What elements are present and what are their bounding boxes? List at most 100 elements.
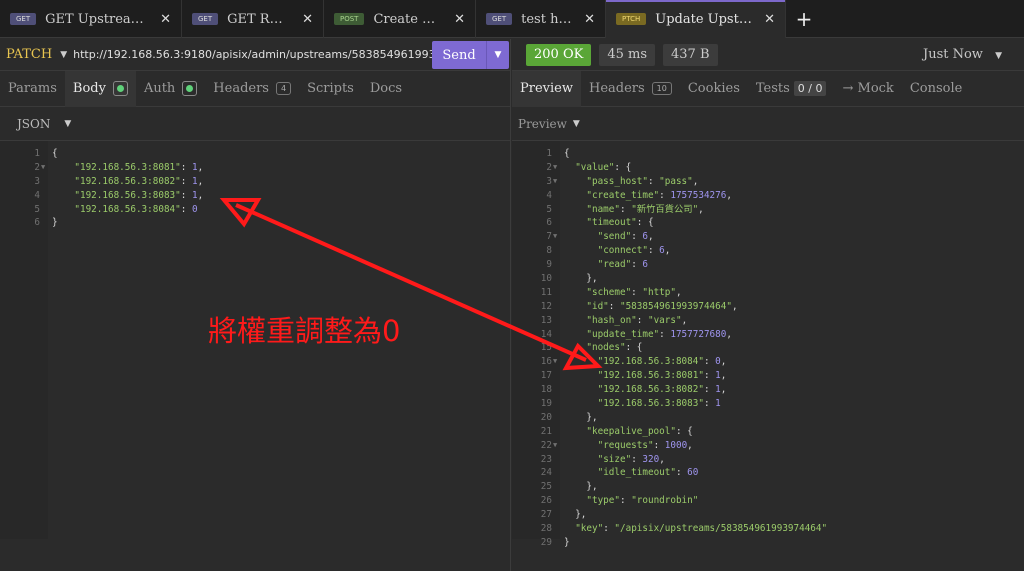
code-line: 22 ▼ "requests": 1000,	[512, 439, 1024, 453]
body-format-select[interactable]: JSON	[17, 117, 50, 131]
preview-chevron-down-icon[interactable]: ▼	[573, 119, 580, 129]
fold-chevron-icon[interactable]: ▼	[40, 161, 48, 175]
tab-method-badge: GET	[486, 13, 513, 25]
tab-auth[interactable]: Auth	[136, 71, 205, 107]
request-tab-bar: GETGET Upstream b⋯✕GETGET Routes✕POSTCre…	[0, 0, 1024, 38]
json-punct: : {	[625, 342, 643, 354]
line-number: 16	[540, 356, 552, 368]
tab-tests[interactable]: Tests 0 / 0	[748, 71, 835, 107]
http-method-select[interactable]: PATCH	[0, 47, 52, 62]
json-string: "192.168.56.3:8082"	[52, 175, 181, 187]
json-punct: ,	[197, 175, 204, 187]
fold-chevron-icon[interactable]: ▼	[552, 355, 560, 369]
json-punct: :	[703, 356, 716, 368]
json-punct	[564, 162, 575, 173]
tab-response-headers[interactable]: Headers 10	[581, 71, 680, 107]
code-text: "connect": 6,	[560, 244, 671, 258]
tab-method-badge: GET	[192, 13, 219, 25]
close-icon[interactable]: ✕	[442, 12, 465, 27]
code-line: 4 "192.168.56.3:8083": 1,	[0, 189, 510, 203]
send-options-chevron-down-icon[interactable]: ▼	[487, 50, 509, 60]
line-number: 17	[540, 370, 552, 382]
json-punct: ,	[698, 203, 704, 215]
response-history-select[interactable]: Just Now ▼	[923, 47, 1008, 62]
tab-method-badge: GET	[10, 13, 37, 25]
json-number: 320	[642, 453, 660, 465]
json-punct	[564, 315, 586, 326]
preview-mode-select[interactable]: Preview	[518, 117, 567, 131]
fold-chevron-icon[interactable]: ▼	[552, 230, 560, 244]
json-punct: }	[52, 217, 58, 229]
new-tab-plus-icon[interactable]: +	[786, 0, 822, 38]
code-line: 26 "type": "roundrobin"	[512, 494, 1024, 508]
tab-docs[interactable]: Docs	[362, 71, 410, 107]
json-number: 1757727680	[670, 328, 727, 340]
request-tab[interactable]: GET GET Upstream b⋯✕	[0, 0, 182, 38]
json-string: "id"	[586, 300, 609, 312]
tab-headers-label: Headers	[213, 81, 269, 96]
tab-body[interactable]: Body	[64, 70, 136, 107]
json-punct: {	[564, 148, 570, 159]
code-text: "scheme": "http",	[560, 286, 681, 300]
json-punct: :	[619, 203, 632, 215]
tab-preview[interactable]: Preview	[512, 70, 581, 107]
json-punct: :	[647, 245, 660, 257]
tab-mock[interactable]: → Mock	[834, 71, 901, 107]
json-string: "192.168.56.3:8081"	[52, 161, 181, 173]
request-tab[interactable]: PTCH Update Upsteam ⋯✕	[606, 0, 786, 38]
code-line: 21 "keepalive_pool": {	[512, 425, 1024, 439]
headers-count-badge: 4	[275, 82, 292, 95]
code-line: 6}	[0, 216, 510, 230]
close-icon[interactable]: ✕	[148, 12, 171, 27]
json-number: 1000	[664, 439, 688, 451]
json-punct	[564, 370, 598, 381]
code-line: 5 "192.168.56.3:8084": 0	[0, 203, 510, 217]
response-body-viewer[interactable]: 1{2 ▼ "value": {3 ▼ "pass_host": "pass", 4 …	[512, 141, 1024, 548]
close-icon[interactable]: ✕	[572, 12, 595, 27]
format-chevron-down-icon[interactable]: ▼	[64, 119, 71, 129]
fold-chevron-icon[interactable]: ▼	[552, 175, 560, 189]
close-icon[interactable]: ✕	[290, 12, 313, 27]
tab-params[interactable]: Params	[0, 71, 65, 107]
line-number: 2	[34, 161, 40, 173]
request-tab[interactable]: POST Create CERT✕	[324, 0, 476, 38]
code-text: "hash_on": "vars",	[560, 314, 687, 328]
response-status-bar: 200 OK 45 ms 437 B Just Now ▼	[512, 39, 1024, 71]
tab-scripts[interactable]: Scripts	[299, 71, 362, 107]
close-icon[interactable]: ✕	[752, 12, 775, 27]
tab-console[interactable]: Console	[902, 71, 971, 107]
json-string: "send"	[597, 231, 632, 243]
request-tab[interactable]: GET test https✕	[476, 0, 606, 38]
json-string: "name"	[586, 203, 620, 215]
json-punct: },	[564, 273, 598, 285]
code-line: 7 ▼ "send": 6,	[512, 230, 1024, 244]
json-punct	[564, 426, 586, 437]
json-string: "value"	[575, 161, 615, 173]
json-punct	[564, 245, 598, 256]
code-text: "nodes": {	[560, 341, 642, 355]
code-line: 23 "size": 320,	[512, 453, 1024, 467]
fold-chevron-icon[interactable]: ▼	[552, 439, 560, 453]
json-punct	[564, 454, 598, 465]
json-punct: ,	[681, 314, 688, 326]
fold-chevron-icon[interactable]: ▼	[552, 161, 560, 175]
tab-headers[interactable]: Headers 4	[205, 71, 299, 107]
code-line: 2 ▼ "192.168.56.3:8081": 1,	[0, 161, 510, 175]
json-string: "roundrobin"	[631, 495, 699, 507]
url-input[interactable]: http://192.168.56.3:9180/apisix/admin/up…	[73, 48, 441, 61]
method-chevron-down-icon[interactable]: ▼	[60, 50, 67, 60]
tab-auth-label: Auth	[143, 81, 176, 96]
status-badge: 200 OK	[526, 43, 592, 66]
request-tab[interactable]: GET GET Routes✕	[182, 0, 324, 38]
send-button[interactable]: Send ▼	[432, 41, 509, 69]
json-string: "keepalive_pool"	[586, 425, 676, 437]
tab-cookies[interactable]: Cookies	[680, 71, 748, 107]
